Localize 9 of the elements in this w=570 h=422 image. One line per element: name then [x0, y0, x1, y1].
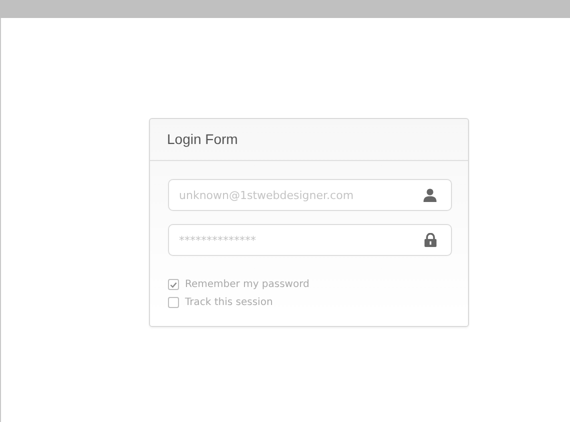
checkbox[interactable] [168, 297, 179, 308]
user-icon [423, 188, 437, 202]
lock-icon [424, 233, 437, 247]
checkbox-label: Remember my password [185, 278, 310, 292]
checkbox[interactable] [168, 279, 179, 290]
email-field[interactable]: unknown@1stwebdesigner.com [168, 179, 452, 211]
password-field[interactable]: ************** [168, 224, 452, 256]
checkbox-label: Track this session [185, 296, 273, 310]
form-title: Login Form [167, 130, 238, 149]
